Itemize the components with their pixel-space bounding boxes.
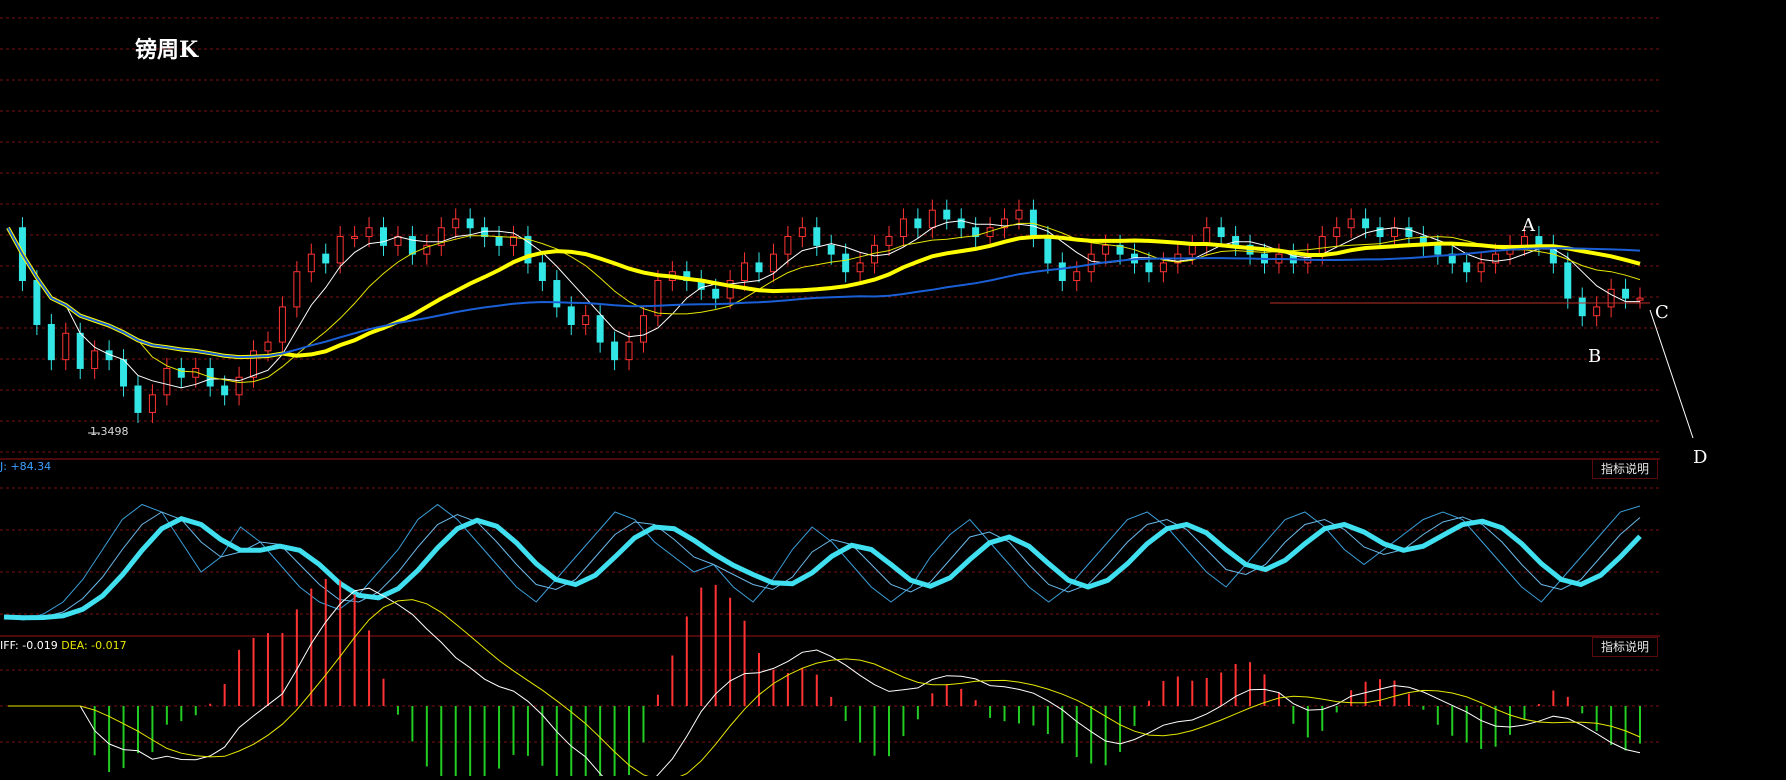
candle-body: [1318, 236, 1326, 255]
candle-body: [452, 218, 460, 229]
candle-body: [611, 341, 619, 361]
candle-body: [351, 236, 359, 240]
candle-body: [1477, 262, 1485, 273]
candle-body: [914, 218, 922, 229]
candle-body: [899, 218, 907, 238]
kdj-readout: J: +84.34: [0, 460, 52, 473]
candle-body: [1058, 262, 1066, 282]
candle-body: [148, 394, 156, 413]
point-b-label: B: [1588, 346, 1602, 367]
candle-body: [293, 271, 301, 308]
candle-body: [134, 385, 142, 413]
candle-body: [1015, 209, 1023, 220]
diff-readout: IFF: -0.019: [0, 639, 58, 652]
candle-body: [582, 315, 590, 325]
candle-body: [943, 209, 951, 220]
candle-body: [221, 385, 229, 396]
candle-body: [567, 306, 575, 325]
candle-body: [654, 280, 662, 317]
candle-body: [322, 253, 330, 264]
candle-body: [307, 253, 315, 273]
candle-body: [33, 280, 41, 325]
candle-body: [1362, 218, 1370, 229]
candle-body: [1535, 236, 1543, 246]
kdj-info-button[interactable]: 指标说明: [1592, 459, 1658, 479]
point-d-label: D: [1693, 447, 1708, 468]
chart-stage: [0, 0, 1786, 780]
candle-body: [769, 253, 777, 273]
candle-body: [712, 288, 720, 299]
candle-body: [856, 262, 864, 273]
chart-title: 镑周K: [135, 37, 199, 63]
candle-body: [538, 262, 546, 282]
candle-body: [1217, 227, 1225, 238]
candle-body: [813, 227, 821, 246]
candle-body: [625, 341, 633, 361]
candle-body: [827, 244, 835, 255]
candle-body: [1347, 218, 1355, 229]
candle-body: [1520, 236, 1528, 246]
candle-body: [1607, 288, 1615, 308]
candle-body: [726, 280, 734, 299]
candle-body: [596, 315, 604, 343]
macd-info-button[interactable]: 指标说明: [1592, 637, 1658, 657]
candle-body: [380, 227, 388, 246]
candle-body: [1159, 262, 1167, 273]
candle-body: [1188, 244, 1196, 255]
candle-body: [177, 367, 185, 378]
candle-body: [62, 332, 70, 361]
candle-body: [741, 262, 749, 282]
candle-body: [91, 350, 99, 369]
candle-body: [842, 253, 850, 273]
candle-body: [1593, 306, 1601, 317]
candle-body: [885, 236, 893, 246]
point-c-label: C: [1655, 302, 1669, 323]
candle-body: [76, 332, 84, 369]
candle-body: [264, 341, 272, 352]
low-price-label: 1.3498: [90, 425, 129, 438]
dea-readout: DEA: -0.017: [61, 639, 127, 652]
candle-body: [1564, 262, 1572, 299]
candle-body: [1145, 262, 1153, 273]
candle-body: [784, 236, 792, 255]
candle-body: [120, 359, 128, 387]
candle-body: [1622, 288, 1630, 299]
point-a-label: A: [1522, 215, 1535, 236]
candle-body: [1390, 227, 1398, 238]
candle-body: [1102, 244, 1110, 255]
candle-body: [1044, 236, 1052, 264]
candle-body: [495, 236, 503, 246]
candle-body: [1232, 236, 1240, 246]
candle-body: [639, 315, 647, 343]
candle-body: [47, 323, 55, 361]
candle-body: [1087, 253, 1095, 273]
candle-body: [163, 367, 171, 396]
candle-body: [798, 227, 806, 238]
d-leader-line: [1649, 309, 1694, 439]
candle-body: [1636, 297, 1644, 301]
chart-svg: [0, 17, 1694, 780]
candle-body: [928, 209, 936, 229]
candle-body: [1434, 244, 1442, 255]
candle-body: [1463, 262, 1471, 273]
candle-body: [1333, 227, 1341, 238]
macd-readout: IFF: -0.019 DEA: -0.017: [0, 639, 127, 652]
candle-body: [466, 218, 474, 229]
candle-body: [336, 236, 344, 264]
candle-body: [755, 262, 763, 273]
ma20-line: [6, 226, 1641, 360]
candle-body: [278, 306, 286, 343]
candle-body: [365, 227, 373, 238]
candle-body: [1578, 297, 1586, 317]
candle-body: [1073, 271, 1081, 282]
